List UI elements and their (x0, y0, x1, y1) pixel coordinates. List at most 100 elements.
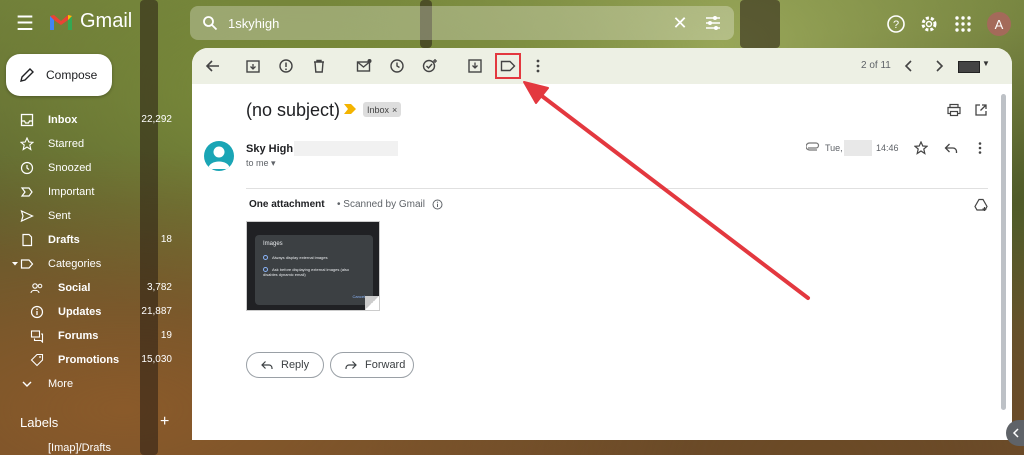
email-scrollbar[interactable] (1000, 86, 1008, 436)
label-tag-icon (20, 259, 34, 269)
chevron-right-icon[interactable] (930, 57, 948, 75)
send-icon (20, 209, 34, 223)
star-outline-icon[interactable] (914, 141, 928, 155)
input-tools-caret-icon[interactable]: ▼ (982, 59, 990, 68)
reply-button[interactable]: Reply (246, 352, 324, 378)
chevron-left-icon (1012, 428, 1019, 438)
inbox-label-chip: Inbox × (363, 102, 402, 117)
chip-label: Inbox (367, 104, 390, 115)
search-input[interactable]: 1skyhigh (228, 16, 668, 31)
search-options-icon[interactable] (704, 14, 722, 32)
move-to-icon[interactable] (466, 57, 484, 75)
scrollbar-thumb[interactable] (1001, 94, 1006, 410)
sidebar-item-label: Starred (48, 138, 85, 150)
sidebar-nav: Inbox 22,292 Starred Snoozed Important S… (0, 108, 180, 396)
person-icon (208, 146, 230, 169)
forward-arrow-icon (345, 361, 357, 369)
reply-icon[interactable] (944, 141, 958, 155)
gmail-m-icon (50, 14, 72, 30)
sidebar-item-categories[interactable]: Categories (0, 252, 180, 276)
draft-file-icon (22, 233, 33, 247)
sidebar-item-starred[interactable]: Starred (0, 132, 180, 156)
add-label-button[interactable]: + (160, 413, 169, 431)
open-new-window-icon[interactable] (974, 103, 988, 117)
sidebar-item-important[interactable]: Important (0, 180, 180, 204)
sidebar-item-updates[interactable]: Updates 21,887 (0, 300, 180, 324)
sidebar-item-promotions[interactable]: Promotions 15,030 (0, 348, 180, 372)
add-to-tasks-icon[interactable] (421, 57, 439, 75)
main-menu-icon[interactable]: ☰ (16, 14, 34, 34)
labels-highlight-box (495, 53, 521, 79)
archive-icon[interactable] (244, 57, 262, 75)
attachment-thumbnail[interactable]: Images Always display external images As… (246, 221, 380, 311)
thumbnail-cancel: Cancel (352, 294, 365, 299)
remove-label-icon[interactable]: × (392, 105, 397, 115)
thumbnail-dialog-preview: Images Always display external images As… (255, 235, 373, 305)
more-options-icon[interactable] (529, 57, 547, 75)
promotion-tag-icon (30, 353, 44, 367)
attachments-divider (246, 188, 988, 189)
pager-count: 2 of 11 (861, 60, 891, 71)
recipient-details[interactable]: to me ▾ (246, 158, 276, 169)
sidebar-item-forums[interactable]: Forums 19 (0, 324, 180, 348)
search-icon[interactable] (202, 15, 218, 31)
unread-count: 15,030 (141, 354, 172, 365)
print-icon[interactable] (947, 103, 961, 117)
sidebar-item-label: Forums (58, 330, 99, 342)
settings-gear-icon[interactable] (919, 14, 939, 34)
sidebar-item-sent[interactable]: Sent (0, 204, 180, 228)
sender-avatar[interactable] (204, 141, 234, 171)
help-icon[interactable]: ? (886, 14, 906, 34)
chevron-down-icon (22, 381, 32, 387)
compose-button[interactable]: Compose (6, 54, 112, 96)
sidebar-item-label: Drafts (48, 234, 80, 246)
side-panel-toggle[interactable] (1006, 420, 1024, 446)
search-bar[interactable]: 1skyhigh ✕ (190, 6, 734, 40)
gmail-logo[interactable]: Gmail (48, 10, 132, 33)
sender-name[interactable]: Sky High (246, 143, 293, 155)
apps-grid-icon[interactable] (953, 14, 973, 34)
unread-count: 21,887 (141, 306, 172, 317)
report-spam-icon[interactable] (277, 57, 295, 75)
scan-status: • Scanned by Gmail (337, 199, 425, 210)
svg-text:?: ? (893, 19, 899, 31)
thumbnail-dialog-title: Images (263, 241, 283, 247)
sidebar-item-label: Sent (48, 210, 71, 222)
label-item-text: [Imap]/Drafts (48, 442, 111, 454)
sidebar-item-more[interactable]: More (0, 372, 180, 396)
sidebar-item-label: Important (48, 186, 95, 198)
forward-button[interactable]: Forward (330, 352, 414, 378)
sidebar-item-label: Updates (58, 306, 102, 318)
mark-unread-icon[interactable] (355, 57, 373, 75)
email-time: 14:46 (876, 143, 899, 153)
thumbnail-option: Ask before displaying external images (a… (263, 267, 350, 278)
snooze-clock-icon[interactable] (388, 57, 406, 75)
thumbnail-option: Always display external images (263, 255, 363, 261)
important-marker-icon[interactable] (344, 104, 356, 114)
email-date: Tue, (825, 143, 843, 153)
unread-count: 3,782 (146, 282, 172, 293)
important-icon (20, 187, 33, 197)
clear-search-icon[interactable]: ✕ (668, 13, 692, 34)
add-to-drive-icon[interactable] (974, 198, 988, 212)
info-icon[interactable] (432, 199, 443, 210)
input-tools-keyboard-icon[interactable] (958, 61, 980, 73)
unread-count: 19 (160, 330, 172, 341)
sidebar-label-item[interactable]: [Imap]/Drafts (20, 442, 111, 454)
sidebar-item-label: Promotions (58, 354, 120, 366)
sidebar-item-social[interactable]: Social 3,782 (0, 276, 180, 300)
sidebar-item-label: More (48, 378, 74, 390)
sidebar-item-drafts[interactable]: Drafts 18 (0, 228, 180, 252)
account-avatar[interactable]: A (987, 12, 1011, 36)
back-arrow-icon[interactable] (204, 57, 222, 75)
info-circle-icon (30, 305, 44, 319)
star-icon (20, 137, 34, 151)
forum-chat-icon (30, 330, 44, 343)
email-view-panel: 2 of 11 ▼ (no subject) Inbox × Sky High … (192, 48, 1012, 440)
sidebar-item-label: Inbox (48, 114, 78, 126)
sidebar-item-inbox[interactable]: Inbox 22,292 (0, 108, 180, 132)
delete-trash-icon[interactable] (310, 57, 328, 75)
sidebar-item-snoozed[interactable]: Snoozed (0, 156, 180, 180)
message-more-icon[interactable] (973, 141, 987, 155)
chevron-left-icon[interactable] (900, 57, 918, 75)
